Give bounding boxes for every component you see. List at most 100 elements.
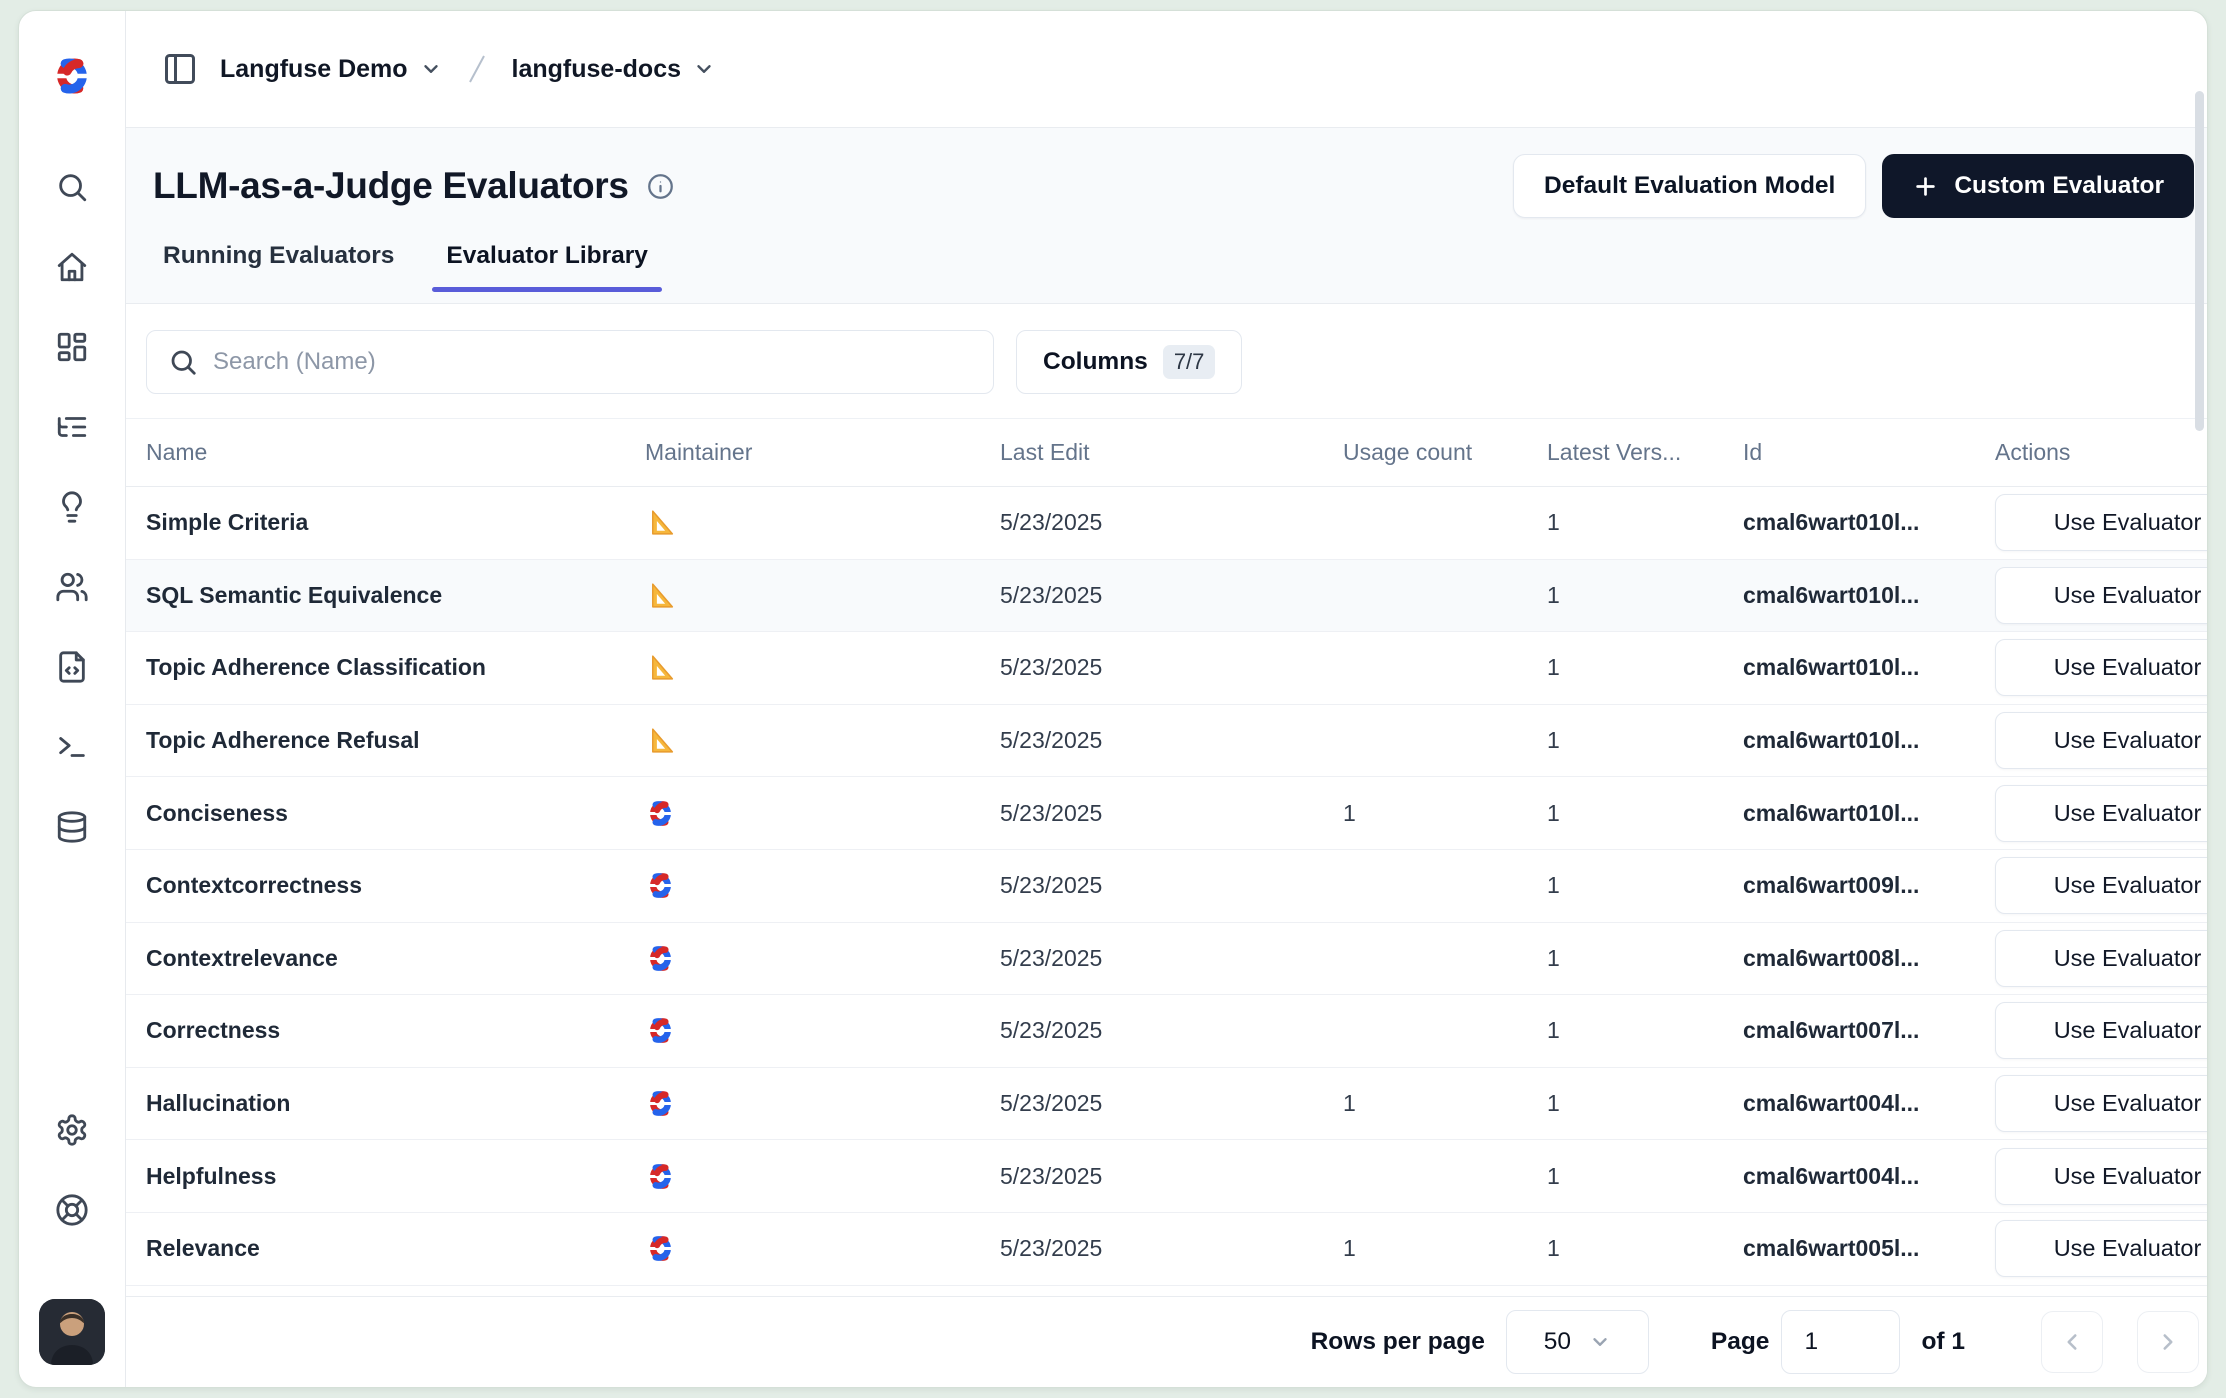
- last-edit-cell: 5/23/2025: [1000, 582, 1343, 609]
- user-avatar[interactable]: [39, 1299, 105, 1365]
- actions-cell: Use Evaluator: [1995, 1002, 2208, 1059]
- use-evaluator-button[interactable]: Use Evaluator: [1995, 785, 2208, 842]
- use-evaluator-button[interactable]: Use Evaluator: [1995, 1075, 2208, 1132]
- langfuse-logo-icon[interactable]: [50, 54, 94, 98]
- breadcrumb-bar: Langfuse Demo langfuse-docs: [126, 11, 2207, 128]
- col-header-last-edit[interactable]: Last Edit: [1000, 439, 1343, 466]
- latest-version-cell: 1: [1547, 872, 1743, 899]
- breadcrumb-separator: [464, 52, 490, 86]
- use-evaluator-button[interactable]: Use Evaluator: [1995, 857, 2208, 914]
- ragas-icon: [645, 725, 676, 756]
- datasets-database-icon[interactable]: [55, 810, 89, 844]
- col-header-name[interactable]: Name: [146, 439, 645, 466]
- col-header-maintainer[interactable]: Maintainer: [645, 439, 1000, 466]
- evaluator-id: cmal6wart004l...: [1743, 1090, 1995, 1117]
- evaluator-id: cmal6wart010l...: [1743, 654, 1995, 681]
- page-number-input[interactable]: [1781, 1310, 1900, 1374]
- custom-evaluator-button[interactable]: Custom Evaluator: [1882, 154, 2194, 218]
- maintainer-cell: [645, 652, 1000, 683]
- search-icon[interactable]: [55, 170, 89, 204]
- evaluator-name: Correctness: [146, 1017, 645, 1044]
- project-switcher[interactable]: langfuse-docs: [512, 55, 715, 84]
- last-edit-cell: 5/23/2025: [1000, 1163, 1343, 1190]
- use-evaluator-button[interactable]: Use Evaluator: [1995, 1148, 2208, 1205]
- table-row[interactable]: SQL Semantic Equivalence 5/23/2025 1 cma…: [126, 560, 2207, 633]
- col-header-usage[interactable]: Usage count: [1343, 439, 1547, 466]
- table-row[interactable]: Simple Criteria 5/23/2025 1 cmal6wart010…: [126, 487, 2207, 560]
- table-row[interactable]: Contextcorrectness 5/23/2025 1 cmal6wart…: [126, 850, 2207, 923]
- tab-running-evaluators[interactable]: Running Evaluators: [163, 242, 394, 292]
- vertical-scrollbar[interactable]: [2195, 91, 2204, 431]
- col-header-id[interactable]: Id: [1743, 439, 1995, 466]
- info-icon[interactable]: [647, 173, 674, 200]
- default-evaluation-model-button[interactable]: Default Evaluation Model: [1513, 154, 1866, 218]
- org-switcher[interactable]: Langfuse Demo: [220, 55, 442, 84]
- col-header-actions: Actions: [1995, 439, 2208, 466]
- langfuse-maintainer-icon: [645, 1015, 1000, 1046]
- evaluator-name: Relevance: [146, 1235, 645, 1262]
- latest-version-cell: 1: [1547, 727, 1743, 754]
- table-header-row: Name Maintainer Last Edit Usage count La…: [126, 419, 2207, 487]
- use-evaluator-button[interactable]: Use Evaluator: [1995, 1220, 2208, 1277]
- use-evaluator-button[interactable]: Use Evaluator: [1995, 639, 2208, 696]
- next-page-button[interactable]: [2137, 1311, 2199, 1373]
- settings-gear-icon[interactable]: [55, 1113, 89, 1147]
- use-evaluator-button[interactable]: Use Evaluator: [1995, 712, 2208, 769]
- col-header-version[interactable]: Latest Vers...: [1547, 439, 1743, 466]
- columns-button[interactable]: Columns 7/7: [1016, 330, 1242, 394]
- table-row[interactable]: Helpfulness 5/23/2025 1 cmal6wart004l...…: [126, 1140, 2207, 1213]
- users-icon[interactable]: [55, 570, 89, 604]
- last-edit-cell: 5/23/2025: [1000, 1017, 1343, 1044]
- maintainer-cell: [645, 507, 1000, 538]
- pagination-bar: Rows per page 50 Page of 1: [126, 1296, 2207, 1387]
- table-row[interactable]: Correctness 5/23/2025 1 cmal6wart007l...…: [126, 995, 2207, 1068]
- sidebar-toggle-icon[interactable]: [162, 51, 198, 87]
- dashboard-icon[interactable]: [55, 330, 89, 364]
- table-row[interactable]: Relevance 5/23/2025 1 1 cmal6wart005l...…: [126, 1213, 2207, 1286]
- lightbulb-icon[interactable]: [55, 490, 89, 524]
- ragas-icon: [645, 507, 676, 538]
- support-lifebuoy-icon[interactable]: [55, 1193, 89, 1227]
- use-evaluator-button[interactable]: Use Evaluator: [1995, 494, 2208, 551]
- actions-cell: Use Evaluator: [1995, 494, 2208, 551]
- langfuse-maintainer-icon: [645, 943, 1000, 974]
- table-row[interactable]: Contextrelevance 5/23/2025 1 cmal6wart00…: [126, 923, 2207, 996]
- last-edit-cell: 5/23/2025: [1000, 872, 1343, 899]
- prompts-file-code-icon[interactable]: [55, 650, 89, 684]
- page-total-label: of 1: [1921, 1328, 1965, 1356]
- rows-per-page-label: Rows per page: [1311, 1328, 1485, 1356]
- maintainer-cell: [645, 1088, 1000, 1119]
- last-edit-cell: 5/23/2025: [1000, 1090, 1343, 1117]
- table-row[interactable]: Hallucination 5/23/2025 1 1 cmal6wart004…: [126, 1068, 2207, 1141]
- tab-evaluator-library[interactable]: Evaluator Library: [446, 242, 648, 292]
- page-label: Page: [1711, 1328, 1770, 1356]
- plus-icon: [1912, 173, 1939, 200]
- use-evaluator-button[interactable]: Use Evaluator: [1995, 930, 2208, 987]
- tracing-tree-icon[interactable]: [55, 410, 89, 444]
- app-window: Langfuse Demo langfuse-docs LLM-as-a-Jud…: [18, 10, 2208, 1388]
- table-row[interactable]: Topic Adherence Classification 5/23/2025…: [126, 632, 2207, 705]
- actions-cell: Use Evaluator: [1995, 1075, 2208, 1132]
- evaluator-name: Helpfulness: [146, 1163, 645, 1190]
- rows-per-page-select[interactable]: 50: [1506, 1310, 1649, 1374]
- home-icon[interactable]: [55, 250, 89, 284]
- actions-cell: Use Evaluator: [1995, 567, 2208, 624]
- sidebar-nav: [55, 170, 89, 844]
- evaluator-id: cmal6wart010l...: [1743, 800, 1995, 827]
- ragas-icon: [645, 652, 676, 683]
- use-evaluator-button[interactable]: Use Evaluator: [1995, 1002, 2208, 1059]
- last-edit-cell: 5/23/2025: [1000, 800, 1343, 827]
- last-edit-cell: 5/23/2025: [1000, 727, 1343, 754]
- latest-version-cell: 1: [1547, 582, 1743, 609]
- previous-page-button[interactable]: [2041, 1311, 2103, 1373]
- table-row[interactable]: Topic Adherence Refusal 5/23/2025 1 cmal…: [126, 705, 2207, 778]
- last-edit-cell: 5/23/2025: [1000, 1235, 1343, 1262]
- langfuse-maintainer-icon: [645, 870, 1000, 901]
- search-input[interactable]: [146, 330, 994, 394]
- playground-terminal-icon[interactable]: [55, 730, 89, 764]
- use-evaluator-button[interactable]: Use Evaluator: [1995, 567, 2208, 624]
- table-row[interactable]: Conciseness 5/23/2025 1 1 cmal6wart010l.…: [126, 777, 2207, 850]
- page-header: LLM-as-a-Judge Evaluators Default Evalua…: [126, 128, 2207, 304]
- ragas-icon: [645, 580, 676, 611]
- table-toolbar: Columns 7/7: [126, 304, 2207, 418]
